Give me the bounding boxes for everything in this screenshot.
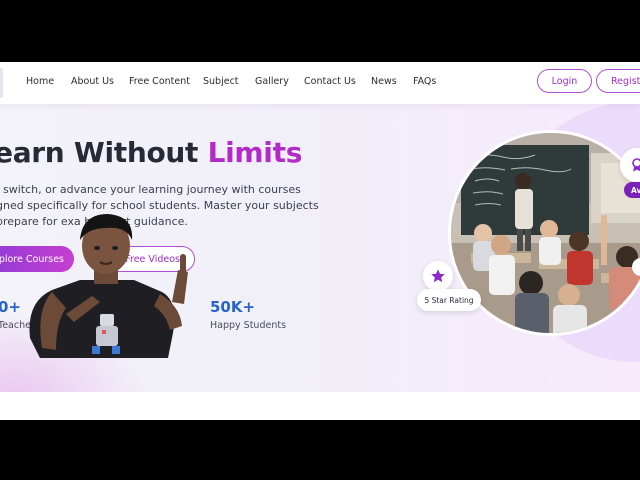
stat-students-value: 50K+ [210, 298, 256, 316]
stat-students-label: Happy Students [210, 320, 287, 331]
login-button[interactable]: Login [537, 69, 592, 93]
hero-title-accent: Limits [207, 136, 303, 169]
logo[interactable] [0, 68, 3, 98]
nav-about-us[interactable]: About Us [71, 76, 114, 87]
presenter-overlay [29, 214, 188, 358]
navbar: Home About Us Free Content Subject Galle… [0, 62, 640, 104]
nav-gallery[interactable]: Gallery [255, 76, 289, 87]
hero-description-line: , switch, or advance your learning journ… [0, 183, 301, 196]
award-badge: Av [624, 182, 640, 198]
star-icon [431, 269, 445, 283]
hero-title: earn Without Limits [0, 136, 302, 169]
award-icon [632, 158, 640, 172]
nav-subject[interactable]: Subject [203, 76, 239, 87]
nav-free-content[interactable]: Free Content [129, 76, 190, 87]
nav-contact-us[interactable]: Contact Us [304, 76, 356, 87]
rating-icon-circle [423, 261, 453, 291]
hero-title-main: earn Without [0, 136, 208, 169]
nav-home[interactable]: Home [26, 76, 54, 87]
rating-badge: 5 Star Rating [417, 289, 481, 311]
register-button[interactable]: Registe [596, 69, 640, 93]
nav-news[interactable]: News [371, 76, 397, 87]
next-section [0, 392, 640, 420]
stat-teachers-value: 0+ [0, 298, 22, 316]
nav-faqs[interactable]: FAQs [413, 76, 436, 87]
